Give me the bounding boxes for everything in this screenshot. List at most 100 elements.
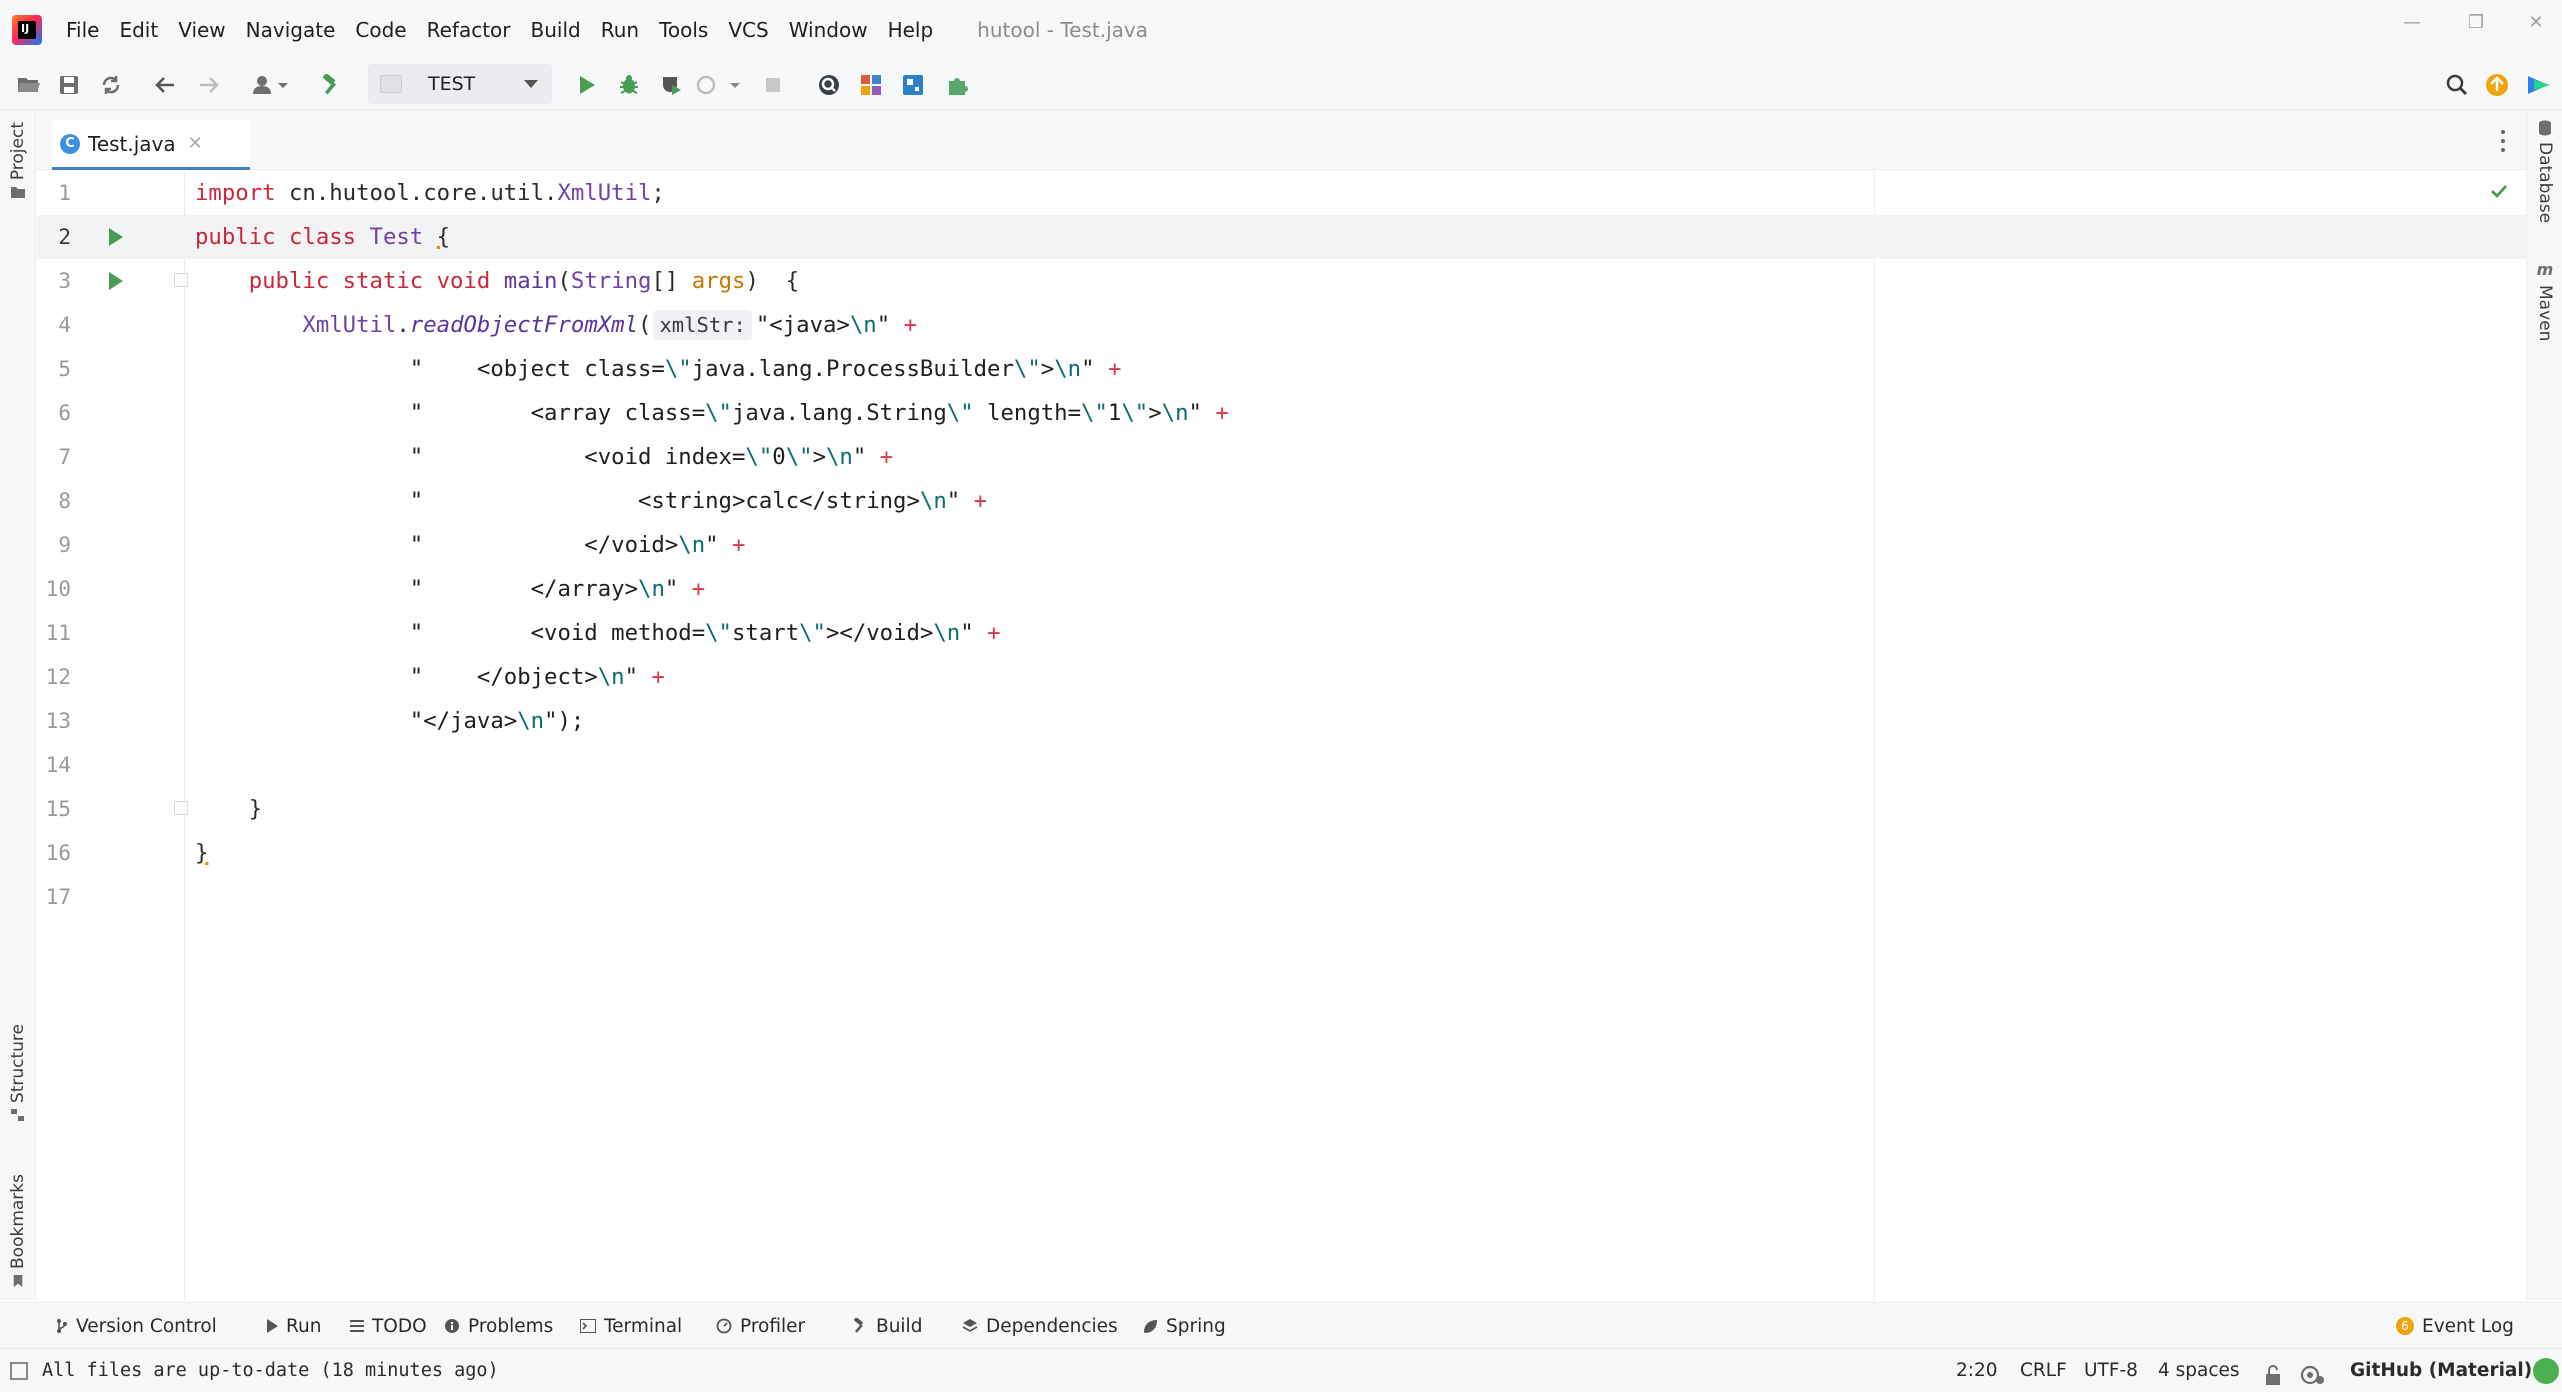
database-tool-tab[interactable]: Database <box>2527 120 2562 223</box>
theme-name[interactable]: GitHub (Material) <box>2350 1349 2532 1392</box>
line-number: 9 <box>58 533 71 557</box>
menu-refactor[interactable]: Refactor <box>417 10 521 50</box>
window-toggle-icon[interactable] <box>10 1362 28 1380</box>
run-gutter-icon[interactable] <box>109 228 123 246</box>
code-line: 14 <box>37 743 2526 787</box>
tool-spring[interactable]: Spring <box>1142 1303 1226 1349</box>
project-tool-tab[interactable]: Project <box>0 122 36 199</box>
tool-version-control[interactable]: Version Control <box>56 1303 217 1349</box>
bookmarks-tool-tab[interactable]: Bookmarks <box>0 1174 36 1287</box>
close-window-icon[interactable]: ✕ <box>2516 10 2556 36</box>
coverage-icon[interactable] <box>656 70 686 100</box>
puzzle-plugin-icon[interactable] <box>942 70 972 100</box>
lock-icon[interactable] <box>2264 1359 2282 1385</box>
open-folder-icon[interactable] <box>14 70 44 100</box>
tool-spring-label: Spring <box>1166 1315 1226 1337</box>
search-icon[interactable] <box>2442 70 2472 100</box>
code-line: 12 " </object>\n" + <box>37 655 2526 699</box>
code-line: 4 XmlUtil.readObjectFromXml(xmlStr: "<jav… <box>37 303 2526 347</box>
tool-event-log[interactable]: 6 Event Log <box>2396 1303 2514 1349</box>
back-arrow-icon[interactable] <box>150 70 180 100</box>
maven-tool-tab[interactable]: m Maven <box>2527 260 2562 341</box>
menu-run[interactable]: Run <box>591 10 649 50</box>
line-number: 8 <box>58 489 71 513</box>
tool-profiler[interactable]: Profiler <box>716 1303 805 1349</box>
code-text: " <array class=\"java.lang.String\" leng… <box>409 400 1229 426</box>
menu-window[interactable]: Window <box>779 10 878 50</box>
line-number: 17 <box>45 885 71 909</box>
plugin-grid-icon[interactable] <box>856 70 886 100</box>
code-text: XmlUtil.readObjectFromXml(xmlStr: "<java>… <box>302 310 918 340</box>
code-line: 7 " <void index=\"0\">\n" + <box>37 435 2526 479</box>
chevron-down-icon <box>524 80 538 88</box>
project-tab-label: Project <box>8 122 28 181</box>
gauge-icon <box>716 1318 732 1334</box>
status-bar: All files are up-to-date (18 minutes ago… <box>0 1348 2562 1392</box>
line-number: 1 <box>58 181 71 205</box>
tool-todo[interactable]: TODO <box>350 1303 427 1349</box>
line-number: 7 <box>58 445 71 469</box>
sync-icon[interactable] <box>96 70 126 100</box>
maven-tab-label: Maven <box>2535 285 2555 342</box>
code-text: " <object class=\"java.lang.ProcessBuild… <box>409 356 1122 382</box>
left-tool-strip: Project Structure Bookmarks <box>0 110 36 1300</box>
editor-tab-test-java[interactable]: C Test.java ✕ <box>52 120 250 170</box>
java-class-icon: C <box>60 133 80 154</box>
minimize-icon[interactable]: — <box>2392 10 2432 36</box>
profiler-run-icon[interactable] <box>694 70 744 100</box>
vcs-user-icon[interactable] <box>250 70 294 100</box>
caret-position[interactable]: 2:20 <box>1956 1349 1998 1392</box>
status-indicator-icon[interactable] <box>2532 1357 2560 1385</box>
menu-tools[interactable]: Tools <box>649 10 718 50</box>
code-text: " </array>\n" + <box>409 576 706 602</box>
tool-run[interactable]: Run <box>266 1303 321 1349</box>
tool-problems[interactable]: Problems <box>444 1303 553 1349</box>
fold-marker-icon[interactable] <box>174 273 188 287</box>
more-options-icon[interactable] <box>2493 128 2513 154</box>
status-message[interactable]: All files are up-to-date (18 minutes ago… <box>10 1349 499 1392</box>
parameter-hint: xmlStr: <box>653 310 752 340</box>
restore-icon[interactable]: ❐ <box>2456 10 2496 36</box>
menu-edit[interactable]: Edit <box>109 10 168 50</box>
code-text: " </object>\n" + <box>409 664 665 690</box>
menu-vcs[interactable]: VCS <box>718 10 778 50</box>
line-number: 4 <box>58 313 71 337</box>
tab-label: Test.java <box>88 131 176 156</box>
structure-tool-tab[interactable]: Structure <box>0 1024 36 1122</box>
tool-dependencies[interactable]: Dependencies <box>962 1303 1118 1349</box>
search-everywhere-icon[interactable] <box>814 70 844 100</box>
indent-setting[interactable]: 4 spaces <box>2158 1349 2240 1392</box>
tool-terminal[interactable]: Terminal <box>580 1303 682 1349</box>
run-gutter-icon[interactable] <box>109 272 123 290</box>
menu-code[interactable]: Code <box>345 10 416 50</box>
forward-arrow-icon[interactable] <box>194 70 224 100</box>
run-config-selector[interactable]: TEST <box>368 64 552 104</box>
menu-file[interactable]: File <box>56 10 109 50</box>
menu-help[interactable]: Help <box>878 10 944 50</box>
file-encoding[interactable]: UTF-8 <box>2084 1349 2138 1392</box>
stop-icon[interactable] <box>758 70 788 100</box>
menu-build[interactable]: Build <box>521 10 591 50</box>
qr-code-icon[interactable] <box>898 70 928 100</box>
code-editor[interactable]: 1 import cn.hutool.core.util.XmlUtil; 2 … <box>37 171 2526 1301</box>
line-number: 10 <box>45 577 71 601</box>
tool-build[interactable]: Build <box>852 1303 922 1349</box>
menu-view[interactable]: View <box>168 10 235 50</box>
fold-marker-icon[interactable] <box>174 801 188 815</box>
inspection-profile-icon[interactable] <box>2300 1359 2326 1385</box>
line-separator[interactable]: CRLF <box>2020 1349 2067 1392</box>
build-hammer-icon[interactable] <box>316 70 346 100</box>
update-icon[interactable] <box>2482 70 2512 100</box>
menu-navigate[interactable]: Navigate <box>236 10 346 50</box>
line-number: 12 <box>45 665 71 689</box>
tool-run-label: Run <box>286 1315 322 1337</box>
toolbox-logo-icon[interactable] <box>2524 70 2554 100</box>
run-config-name: TEST <box>428 73 476 95</box>
tool-problems-label: Problems <box>468 1315 554 1337</box>
line-number: 13 <box>45 709 71 733</box>
debug-icon[interactable] <box>614 70 644 100</box>
save-icon[interactable] <box>54 70 84 100</box>
close-tab-icon[interactable]: ✕ <box>188 133 203 154</box>
run-icon[interactable] <box>572 70 602 100</box>
line-number: 11 <box>45 621 71 645</box>
